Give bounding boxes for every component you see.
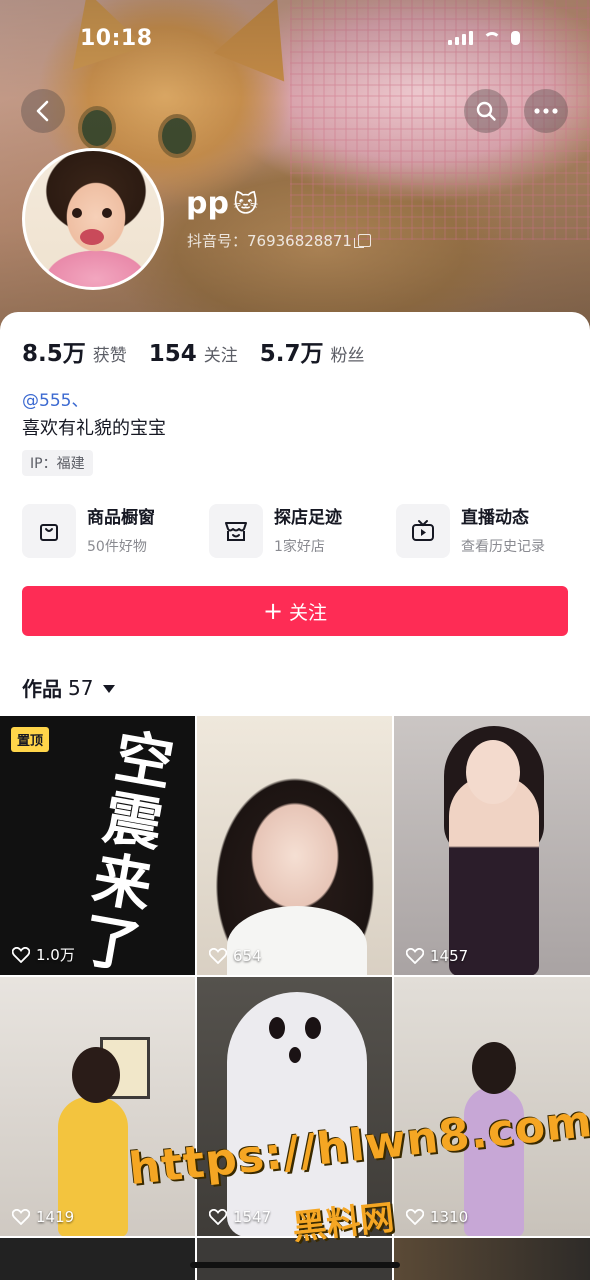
douyin-id-text: 抖音号：76936828871 bbox=[187, 232, 352, 250]
works-tab[interactable]: 作品 57 bbox=[22, 673, 116, 702]
shopping-bag-icon bbox=[22, 504, 76, 558]
wifi-icon bbox=[483, 32, 501, 44]
likes-count: 654 bbox=[233, 947, 262, 965]
likes-count: 1457 bbox=[430, 947, 469, 965]
follow-button-label: 关注 bbox=[289, 601, 328, 624]
heart-outline-icon bbox=[209, 1209, 227, 1225]
stat-label: 获赞 bbox=[92, 346, 127, 366]
video-likes: 1547 bbox=[209, 1208, 271, 1226]
stat-label: 粉丝 bbox=[330, 346, 365, 366]
works-tab-label: 作品 bbox=[22, 677, 62, 701]
cat-emoji-icon: 🐱 bbox=[232, 189, 258, 218]
feature-subtitle: 50件好物 bbox=[87, 538, 147, 555]
likes-count: 1.0万 bbox=[36, 946, 75, 964]
feature-shop-window[interactable]: 商品橱窗 50件好物 bbox=[22, 504, 155, 558]
profile-nickname: pp 🐱 bbox=[186, 186, 258, 221]
search-icon bbox=[476, 101, 496, 121]
video-likes: 1419 bbox=[12, 1208, 74, 1226]
more-button[interactable] bbox=[524, 89, 568, 133]
video-tile[interactable] bbox=[0, 1238, 195, 1280]
chevron-left-icon bbox=[36, 100, 49, 122]
plus-icon: + bbox=[262, 597, 284, 625]
signal-icon bbox=[448, 31, 473, 45]
video-tile[interactable]: 654 bbox=[197, 716, 392, 975]
video-likes: 654 bbox=[209, 947, 262, 965]
heart-outline-icon bbox=[406, 1209, 424, 1225]
douyin-id[interactable]: 抖音号：76936828871 bbox=[187, 230, 371, 251]
feature-title: 直播动态 bbox=[461, 507, 529, 528]
profile-avatar[interactable] bbox=[22, 148, 164, 290]
bio-text: 喜欢有礼貌的宝宝 bbox=[22, 418, 166, 439]
feature-title: 商品橱窗 bbox=[87, 507, 155, 528]
status-bar-time: 10:18 bbox=[80, 26, 153, 51]
video-likes: 1457 bbox=[406, 947, 468, 965]
heart-outline-icon bbox=[406, 948, 424, 964]
caret-down-icon bbox=[103, 684, 116, 693]
search-button[interactable] bbox=[464, 89, 508, 133]
follow-button[interactable]: + 关注 bbox=[22, 586, 568, 636]
feature-store-visits[interactable]: 探店足迹 1家好店 bbox=[209, 504, 342, 558]
avatar-face-icon bbox=[72, 208, 112, 245]
video-likes: 1.0万 bbox=[12, 944, 75, 965]
stat-number: 154 bbox=[148, 341, 197, 367]
more-dots-icon bbox=[534, 108, 558, 114]
store-icon bbox=[209, 504, 263, 558]
likes-count: 1310 bbox=[430, 1208, 469, 1226]
feature-live-history[interactable]: 直播动态 查看历史记录 bbox=[396, 504, 545, 558]
video-likes: 1310 bbox=[406, 1208, 468, 1226]
status-bar-icons bbox=[448, 31, 520, 45]
heart-outline-icon bbox=[209, 948, 227, 964]
heart-outline-icon bbox=[12, 1209, 30, 1225]
video-tile[interactable]: 1419 bbox=[0, 977, 195, 1236]
feature-subtitle: 1家好店 bbox=[274, 538, 325, 555]
video-tile[interactable] bbox=[394, 1238, 590, 1280]
profile-stats: 8.5万 获赞 154 关注 5.7万 粉丝 bbox=[22, 334, 365, 368]
feature-title: 探店足迹 bbox=[274, 507, 342, 528]
bio-mention-link[interactable]: @555、 bbox=[22, 386, 88, 411]
pinned-badge: 置顶 bbox=[11, 727, 50, 752]
video-tile[interactable]: 1457 bbox=[394, 716, 590, 975]
stat-label: 关注 bbox=[203, 346, 238, 366]
stat-number: 5.7万 bbox=[259, 341, 324, 367]
likes-count: 1547 bbox=[233, 1208, 272, 1226]
feature-subtitle: 查看历史记录 bbox=[461, 538, 545, 555]
likes-count: 1419 bbox=[36, 1208, 75, 1226]
works-grid: 空震来了 置顶 1.0万 654 1457 1419 1547 1310 bbox=[0, 716, 590, 1280]
stat-likes: 8.5万 获赞 bbox=[22, 334, 127, 368]
tv-live-icon bbox=[396, 504, 450, 558]
video-tile[interactable]: 空震来了 置顶 1.0万 bbox=[0, 716, 195, 975]
back-button[interactable] bbox=[21, 89, 65, 133]
works-count: 57 bbox=[68, 675, 94, 700]
stat-following[interactable]: 154 关注 bbox=[149, 341, 238, 367]
stat-number: 8.5万 bbox=[22, 341, 86, 367]
video-caption-text: 空震来了 bbox=[67, 723, 178, 975]
ip-location-tag: IP：福建 bbox=[22, 450, 93, 476]
heart-outline-icon bbox=[12, 946, 30, 963]
stat-followers[interactable]: 5.7万 粉丝 bbox=[260, 334, 365, 368]
battery-icon bbox=[511, 31, 520, 45]
home-indicator[interactable] bbox=[190, 1262, 400, 1268]
copy-icon[interactable] bbox=[353, 234, 371, 248]
nickname-text: pp bbox=[186, 186, 229, 221]
